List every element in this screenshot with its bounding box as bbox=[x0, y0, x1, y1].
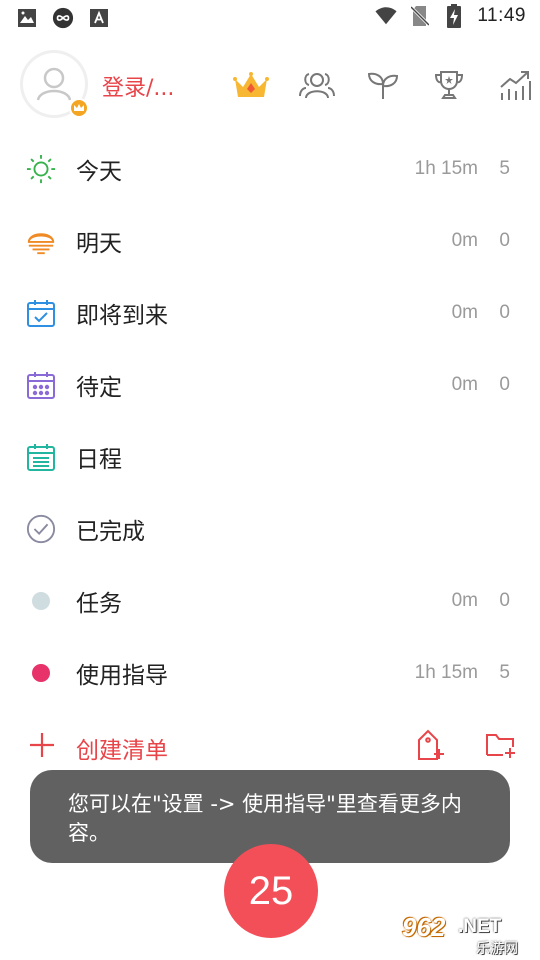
list-item-today[interactable]: 今天 1h 15m 5 bbox=[0, 133, 540, 205]
list-item-upcoming[interactable]: 即将到来 0m 0 bbox=[0, 277, 540, 349]
add-folder-button[interactable] bbox=[484, 727, 518, 763]
login-link[interactable]: 登录/... bbox=[102, 70, 174, 102]
status-bar: 11:49 bbox=[0, 0, 540, 36]
project-list: 今天 1h 15m 5 明天 0m 0 即将到来 0m 0 待定 0m 0 日程… bbox=[0, 133, 540, 709]
list-item-label: 任务 bbox=[76, 591, 122, 617]
add-folder-icon bbox=[486, 734, 515, 758]
crown-icon[interactable] bbox=[218, 66, 284, 104]
list-item-tomorrow[interactable]: 明天 0m 0 bbox=[0, 205, 540, 277]
sprout-icon[interactable] bbox=[350, 66, 416, 104]
list-item-label: 今天 bbox=[76, 159, 122, 185]
list-item-time: 0m bbox=[451, 230, 478, 251]
list-item-guide[interactable]: 使用指导 1h 15m 5 bbox=[0, 637, 540, 709]
list-item-label: 日程 bbox=[76, 447, 122, 473]
team-icon[interactable] bbox=[284, 66, 350, 104]
toast-text: 您可以在"设置 -> 使用指导"里查看更多内容。 bbox=[68, 792, 462, 845]
plus-icon[interactable] bbox=[28, 731, 56, 759]
sunrise-icon bbox=[26, 226, 56, 256]
add-tag-icon bbox=[418, 729, 444, 760]
list-item-schedule[interactable]: 日程 bbox=[0, 421, 540, 493]
watermark-number: 962 bbox=[402, 912, 446, 942]
list-item-time: 0m bbox=[451, 374, 478, 395]
pomodoro-timer-button[interactable]: 25 bbox=[224, 844, 318, 938]
list-item-label: 使用指导 bbox=[76, 663, 168, 689]
watermark-logo: 962 .NET 乐游网 bbox=[400, 912, 536, 957]
wifi-icon bbox=[375, 5, 397, 27]
list-item-completed[interactable]: 已完成 bbox=[0, 493, 540, 565]
statistics-icon[interactable] bbox=[482, 66, 540, 104]
infinity-app-icon bbox=[52, 7, 74, 29]
list-item-time: 0m bbox=[451, 302, 478, 323]
sun-icon bbox=[26, 154, 56, 184]
create-list-button[interactable]: 创建清单 bbox=[76, 731, 168, 765]
list-item-label: 明天 bbox=[76, 231, 122, 257]
list-item-label: 已完成 bbox=[76, 519, 145, 545]
list-item-count: 0 bbox=[499, 230, 510, 251]
pomodoro-minutes: 25 bbox=[248, 868, 294, 913]
vip-crown-badge-icon bbox=[69, 98, 89, 118]
list-item-count: 0 bbox=[499, 374, 510, 395]
font-app-icon bbox=[88, 7, 110, 29]
calendar-dots-icon bbox=[26, 370, 56, 400]
list-item-label: 待定 bbox=[76, 375, 122, 401]
battery-charging-icon bbox=[443, 4, 465, 28]
watermark-domain: .NET bbox=[458, 916, 502, 937]
list-item-label: 即将到来 bbox=[76, 303, 168, 329]
list-item-count: 0 bbox=[499, 590, 510, 611]
list-item-time: 0m bbox=[451, 590, 478, 611]
trophy-icon[interactable] bbox=[416, 66, 482, 104]
status-time: 11:49 bbox=[477, 5, 526, 26]
check-circle-icon bbox=[26, 514, 56, 544]
list-item-pending[interactable]: 待定 0m 0 bbox=[0, 349, 540, 421]
no-sim-icon bbox=[409, 5, 431, 27]
add-tag-button[interactable] bbox=[414, 727, 446, 763]
image-icon bbox=[16, 7, 38, 29]
dot-pink-icon bbox=[26, 658, 56, 688]
list-item-count: 5 bbox=[499, 158, 510, 179]
watermark-sub: 乐游网 bbox=[476, 941, 518, 957]
list-item-tasks[interactable]: 任务 0m 0 bbox=[0, 565, 540, 637]
list-item-time: 1h 15m bbox=[414, 662, 478, 683]
calendar-check-icon bbox=[26, 298, 56, 328]
calendar-list-icon bbox=[26, 442, 56, 472]
list-item-count: 0 bbox=[499, 302, 510, 323]
header: 登录/... bbox=[0, 48, 540, 124]
list-item-count: 5 bbox=[499, 662, 510, 683]
list-item-time: 1h 15m bbox=[414, 158, 478, 179]
dot-gray-icon bbox=[26, 586, 56, 616]
